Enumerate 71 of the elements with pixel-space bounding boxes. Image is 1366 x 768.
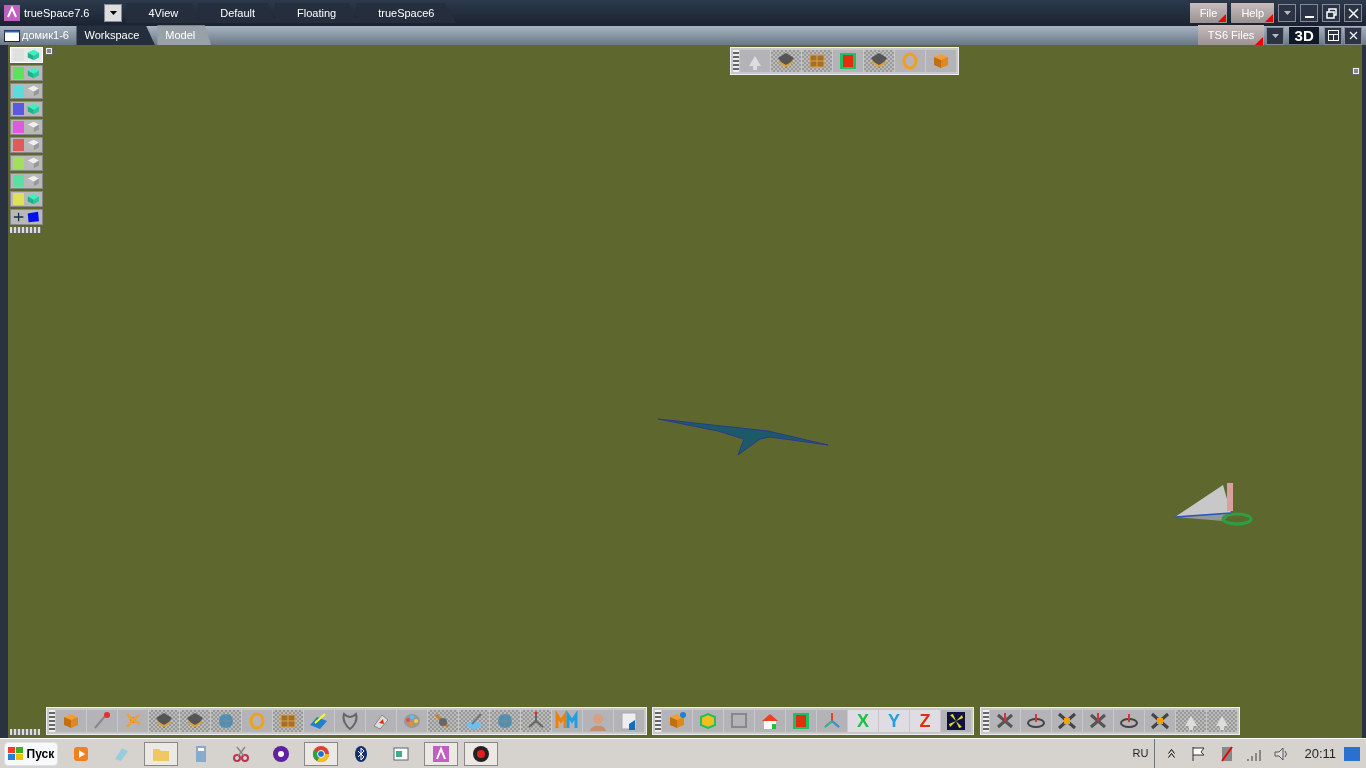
close-button[interactable] [1344,26,1362,45]
close-icon [1348,31,1358,40]
library-caret-button[interactable] [1266,26,1285,45]
plus-icon [13,211,25,223]
add-palette-item[interactable] [10,209,43,225]
palette-item[interactable] [10,119,43,135]
library-dropdown[interactable]: TS6 Files [1197,25,1265,46]
restore-icon [1325,7,1337,19]
window-app-icon [391,744,410,763]
close-button[interactable] [1344,4,1362,22]
caret-icon [109,11,117,15]
axis-button[interactable]: Z [910,710,940,733]
start-button[interactable]: Пуск [4,741,58,766]
menu-dropdown-button[interactable] [1278,4,1296,22]
caret-icon [1271,33,1279,38]
windows-logo-icon [7,746,24,761]
record-icon [471,744,490,763]
scissors-icon [231,744,250,763]
desktop-icon [1344,746,1360,761]
browser-icon [311,744,330,763]
palette-item[interactable] [10,137,43,153]
pin-icon[interactable] [1352,67,1360,75]
taskbar-app-button[interactable] [463,741,498,766]
palette-item[interactable] [10,83,43,99]
app-logo-icon [4,5,20,21]
menu-item[interactable]: Help [1231,2,1274,24]
tool-button[interactable] [1051,710,1082,733]
pin-icon[interactable] [45,47,53,55]
layout-tab[interactable]: 4View [126,2,201,24]
view-mode-label: 3D [1289,27,1320,44]
view-tab[interactable]: Model [157,25,212,46]
chevron-up-icon [1168,749,1176,758]
toolbar-grip[interactable] [10,729,40,736]
toolbar-grip[interactable] [48,710,55,733]
clock: 20:11 [1304,744,1336,763]
language-indicator: RU [1132,746,1149,762]
minimize-button[interactable] [1300,4,1318,22]
toolbar-grip[interactable] [655,710,661,733]
layout-button[interactable] [1324,26,1342,45]
tool-button[interactable] [1113,710,1144,733]
palette-item[interactable] [10,65,43,81]
window-title: trueSpace7.6 [24,5,90,21]
window-icon [4,29,20,42]
view-tab[interactable]: Workspace [76,25,156,46]
close-icon [1347,7,1359,19]
app-logo-icon [431,744,450,763]
axis-button[interactable]: Y [879,710,909,733]
restore-button[interactable] [1322,4,1340,22]
panel-icon [1327,30,1339,41]
caret-icon [1283,11,1291,15]
tool-button[interactable] [1144,710,1175,733]
fan-icon [944,710,968,733]
minimize-icon [1304,16,1314,18]
layout-dropdown-button[interactable] [104,4,123,22]
layout-tab[interactable]: Floating [275,2,359,24]
media-player-icon [71,744,90,763]
menu-item[interactable]: File [1189,2,1228,24]
document-title: домик1-6 [22,28,69,44]
palette-item[interactable] [10,101,43,117]
toolbar-grip[interactable] [733,50,739,72]
layout-tab[interactable]: Default [198,2,278,24]
toolbar-grip[interactable] [982,710,989,733]
disc-player-icon [271,744,290,763]
axis-button[interactable]: X [848,710,878,733]
tool-button[interactable] [941,710,971,733]
palette-grip[interactable] [10,227,41,233]
layout-tab[interactable]: trueSpace6 [356,2,457,24]
palette-item[interactable] [10,173,43,189]
palette-item[interactable] [10,191,43,207]
tool-button[interactable] [1020,710,1051,733]
palette-item[interactable] [10,155,43,171]
